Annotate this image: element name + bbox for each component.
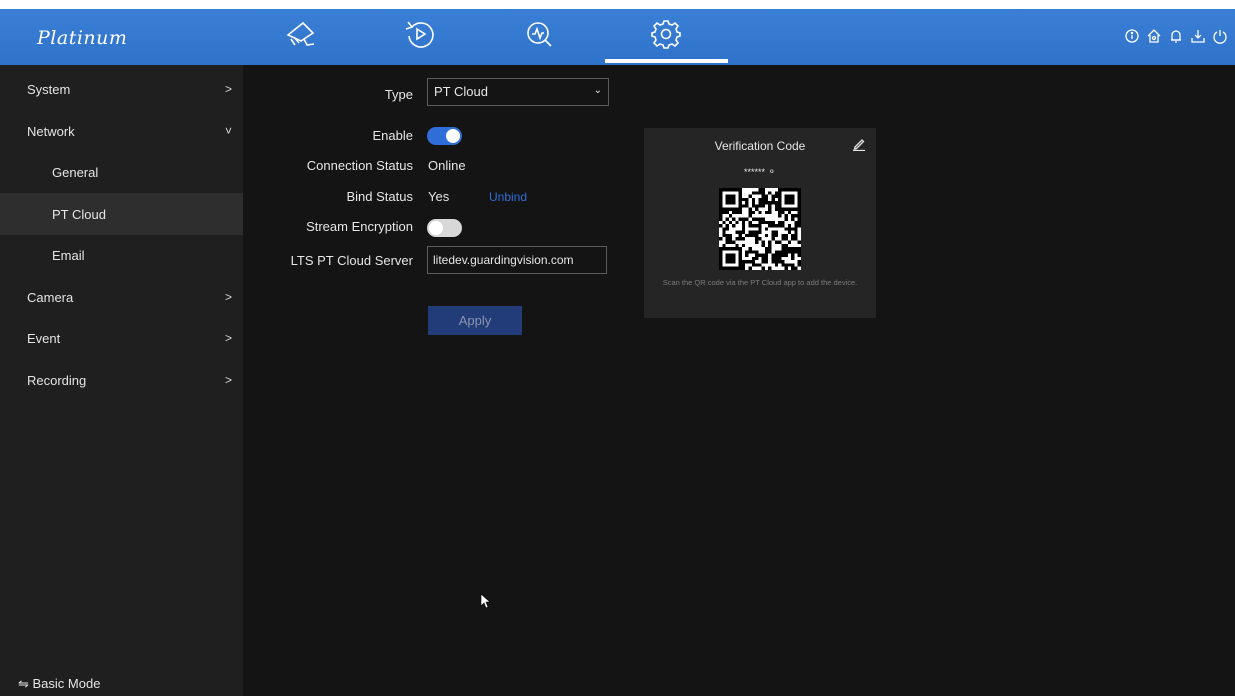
sidebar-item-label: PT Cloud <box>52 206 106 222</box>
sidebar-item-label: System <box>27 81 71 97</box>
chevron-right-icon: > <box>225 373 233 387</box>
sidebar-item-event[interactable]: Event > <box>0 317 243 359</box>
chevron-right-icon: > <box>225 290 233 304</box>
sidebar-item-general[interactable]: General <box>0 151 243 193</box>
toggle-knob <box>446 129 460 143</box>
sidebar-item-pt-cloud[interactable]: PT Cloud <box>0 193 243 235</box>
bell-icon[interactable] <box>1167 26 1185 46</box>
sidebar-item-label: Camera <box>27 289 74 305</box>
masked-code: ****** <box>744 167 766 177</box>
sidebar-item-label: Email <box>52 247 85 263</box>
search-analytics-icon[interactable] <box>520 17 560 53</box>
download-icon[interactable] <box>1189 26 1207 46</box>
verification-code-value: ****** ⚬ <box>644 167 876 178</box>
bind-status-label: Bind Status <box>346 189 414 204</box>
enable-label: Enable <box>372 128 413 143</box>
info-icon[interactable] <box>1123 26 1141 46</box>
verification-panel: Verification Code ****** ⚬ Scan the QR c… <box>644 128 876 318</box>
edit-icon[interactable] <box>852 137 866 152</box>
sidebar-item-label: Recording <box>27 372 87 388</box>
chevron-down-icon: ⌄ <box>593 85 602 96</box>
home-icon[interactable] <box>1145 26 1163 46</box>
app-window: Platinum System > Network ˅ General PT C… <box>0 0 1235 696</box>
gear-icon[interactable] <box>646 17 686 53</box>
sidebar-item-label: General <box>52 164 99 180</box>
sidebar-item-system[interactable]: System > <box>0 68 243 110</box>
stream-encryption-label: Stream Encryption <box>306 219 413 234</box>
connection-status-value: Online <box>428 158 466 173</box>
active-tab-indicator <box>605 59 728 63</box>
sidebar-item-network[interactable]: Network ˅ <box>0 110 243 152</box>
server-label: LTS PT Cloud Server <box>290 253 413 268</box>
chevron-down-icon: ˅ <box>225 124 233 138</box>
connection-status-label: Connection Status <box>306 158 413 173</box>
sidebar-item-recording[interactable]: Recording > <box>0 359 243 401</box>
toggle-knob <box>429 221 443 235</box>
stream-encryption-toggle[interactable] <box>427 219 462 237</box>
type-select[interactable]: PT Cloud ⌄ <box>427 78 609 106</box>
unbind-link[interactable]: Unbind <box>489 190 527 204</box>
type-label: Type <box>384 87 413 102</box>
type-select-value: PT Cloud <box>434 84 488 99</box>
basic-mode-link[interactable]: ⇋ Basic Mode <box>18 676 100 692</box>
qr-code <box>719 188 801 270</box>
sidebar-item-camera[interactable]: Camera > <box>0 276 243 318</box>
camera-icon[interactable] <box>281 17 321 53</box>
enable-toggle[interactable] <box>427 127 462 145</box>
eye-hidden-icon[interactable]: ⚬ <box>768 167 776 178</box>
brand-logo: Platinum <box>37 27 128 49</box>
qr-caption: Scan the QR code via the PT Cloud app to… <box>662 278 858 287</box>
top-navigation-bar: Platinum <box>0 9 1235 65</box>
mouse-cursor-icon <box>480 593 492 609</box>
main-content: Type PT Cloud ⌄ Enable Connection Status… <box>243 65 1235 696</box>
playback-icon[interactable] <box>400 17 440 53</box>
bind-status-value: Yes <box>428 189 450 204</box>
sidebar: System > Network ˅ General PT Cloud Emai… <box>0 65 243 696</box>
sidebar-item-label: Network <box>27 123 75 139</box>
top-right-toolbar <box>1123 26 1229 46</box>
chevron-right-icon: > <box>225 82 233 96</box>
verification-title: Verification Code <box>714 139 806 153</box>
sidebar-item-label: Event <box>27 330 61 346</box>
chevron-right-icon: > <box>225 331 233 345</box>
power-icon[interactable] <box>1211 26 1229 46</box>
sidebar-item-email[interactable]: Email <box>0 234 243 276</box>
apply-button[interactable]: Apply <box>428 306 522 335</box>
server-input[interactable] <box>427 246 607 274</box>
